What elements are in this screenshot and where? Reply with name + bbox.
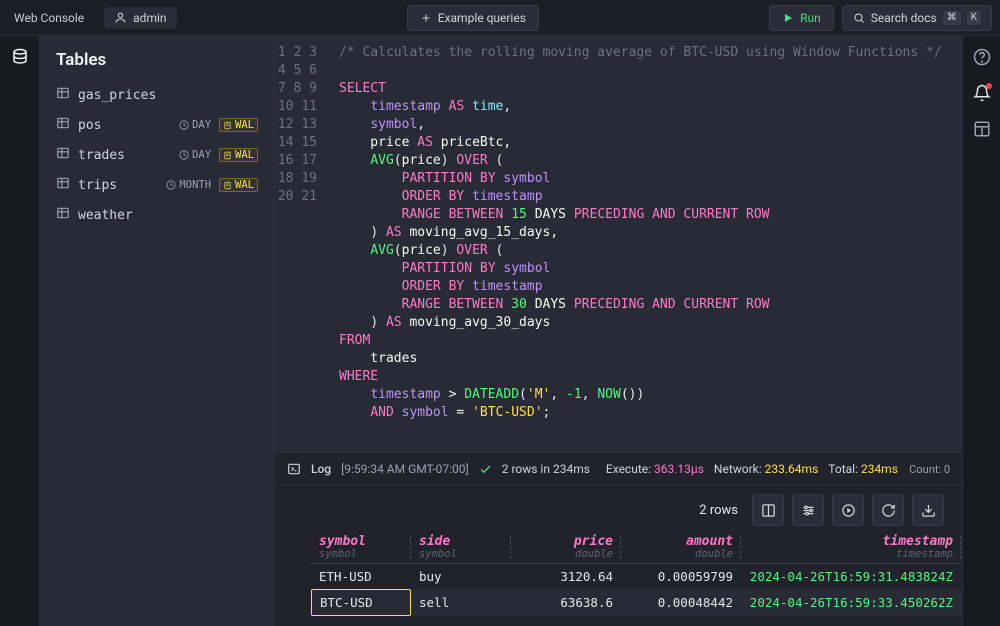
search-icon xyxy=(853,12,865,24)
table-name: pos xyxy=(78,118,171,133)
table-item-trades[interactable]: trades DAY WAL xyxy=(40,140,274,170)
col-header-timestamp[interactable]: timestamptimestamp xyxy=(741,532,961,563)
log-total-val: 234ms xyxy=(861,462,898,476)
log-bar: Log [9:59:34 AM GMT-07:00] 2 rows in 234… xyxy=(275,452,962,486)
check-icon xyxy=(479,463,492,476)
cell-amount[interactable]: 0.00048442 xyxy=(621,590,741,615)
partition-tag: MONTH xyxy=(166,179,211,191)
cell-symbol[interactable]: ETH-USD xyxy=(311,564,411,589)
search-docs-label: Search docs xyxy=(871,11,937,25)
cell-price[interactable]: 3120.64 xyxy=(511,564,621,589)
cell-side[interactable]: sell xyxy=(411,590,511,615)
table-icon xyxy=(56,206,70,224)
options-button[interactable] xyxy=(792,494,824,526)
table-name: weather xyxy=(78,208,258,223)
table-name: trips xyxy=(78,178,158,193)
refresh-button[interactable] xyxy=(872,494,904,526)
run-button[interactable]: Run xyxy=(769,5,834,31)
results-panel: 2 rows symbolsymbolsidesymbolpric xyxy=(275,486,962,626)
col-header-price[interactable]: pricedouble xyxy=(511,532,621,563)
wal-tag: WAL xyxy=(219,178,258,192)
col-header-amount[interactable]: amountdouble xyxy=(621,532,741,563)
results-header: symbolsymbolsidesymbolpricedoubleamountd… xyxy=(311,532,962,564)
log-time: [9:59:34 AM GMT-07:00] xyxy=(341,462,469,476)
cell-side[interactable]: buy xyxy=(411,564,511,589)
run-label: Run xyxy=(800,11,821,25)
play-icon xyxy=(782,12,794,24)
download-button[interactable] xyxy=(912,494,944,526)
kbd-cmd: ⌘ xyxy=(943,11,961,25)
example-queries-label: Example queries xyxy=(438,11,526,25)
partition-tag: DAY xyxy=(179,149,211,161)
left-rail xyxy=(0,36,40,626)
results-rowcount: 2 rows xyxy=(699,503,738,518)
table-icon xyxy=(56,116,70,134)
cell-amount[interactable]: 0.00059799 xyxy=(621,564,741,589)
table-icon xyxy=(56,86,70,104)
sql-editor[interactable]: 1 2 3 4 5 6 7 8 9 10 11 12 13 14 15 16 1… xyxy=(275,36,962,452)
log-label: Log xyxy=(311,462,331,476)
user-badge[interactable]: admin xyxy=(104,7,176,29)
log-rows: 2 rows in 234ms xyxy=(502,462,590,476)
database-icon[interactable] xyxy=(11,48,29,66)
table-row[interactable]: ETH-USDbuy3120.640.000597992024-04-26T16… xyxy=(311,564,962,589)
terminal-icon xyxy=(287,462,301,476)
plus-icon xyxy=(420,12,432,24)
right-rail xyxy=(962,36,1000,626)
log-net-label: Network: xyxy=(714,462,762,476)
table-icon xyxy=(56,176,70,194)
tables-sidebar: Tables gas_pricespos DAY WAL trades DAY WAL… xyxy=(40,36,275,626)
col-header-side[interactable]: sidesymbol xyxy=(411,532,511,563)
table-item-pos[interactable]: pos DAY WAL xyxy=(40,110,274,140)
editor-gutter: 1 2 3 4 5 6 7 8 9 10 11 12 13 14 15 16 1… xyxy=(275,36,331,452)
log-exec-val: 363.13µs xyxy=(654,462,704,476)
kbd-k: K xyxy=(967,11,981,25)
cell-timestamp[interactable]: 2024-04-26T16:59:33.450262Z xyxy=(741,590,961,615)
panel-icon[interactable] xyxy=(973,120,991,138)
web-console-label: Web Console xyxy=(8,7,90,29)
table-icon xyxy=(56,146,70,164)
wal-tag: WAL xyxy=(219,118,258,132)
example-queries-button[interactable]: Example queries xyxy=(407,5,539,31)
table-item-weather[interactable]: weather xyxy=(40,200,274,230)
table-item-trips[interactable]: trips MONTH WAL xyxy=(40,170,274,200)
notifications-icon[interactable] xyxy=(973,84,991,102)
editor-code[interactable]: /* Calculates the rolling moving average… xyxy=(331,36,962,452)
log-count: Count: 0 xyxy=(909,463,950,476)
cell-timestamp[interactable]: 2024-04-26T16:59:31.483824Z xyxy=(741,564,961,589)
rerun-button[interactable] xyxy=(832,494,864,526)
table-name: trades xyxy=(78,148,171,163)
table-name: gas_prices xyxy=(78,88,258,103)
wal-tag: WAL xyxy=(219,148,258,162)
cell-price[interactable]: 63638.6 xyxy=(511,590,621,615)
search-docs-button[interactable]: Search docs ⌘ K xyxy=(842,5,992,31)
user-icon xyxy=(114,11,127,24)
log-exec-label: Execute: xyxy=(606,462,651,476)
partition-tag: DAY xyxy=(179,119,211,131)
topbar: Web Console admin Example queries Run xyxy=(0,0,1000,36)
notification-dot xyxy=(986,83,992,89)
layout-button[interactable] xyxy=(752,494,784,526)
log-total-label: Total: xyxy=(828,462,858,476)
cell-symbol[interactable]: BTC-USD xyxy=(311,589,411,616)
table-row[interactable]: BTC-USDsell63638.60.000484422024-04-26T1… xyxy=(311,589,962,616)
log-net-val: 233.64ms xyxy=(765,462,819,476)
help-icon[interactable] xyxy=(973,48,991,66)
col-header-symbol[interactable]: symbolsymbol xyxy=(311,532,411,563)
table-item-gas_prices[interactable]: gas_prices xyxy=(40,80,274,110)
tables-title: Tables xyxy=(40,50,274,80)
user-name: admin xyxy=(133,11,166,25)
